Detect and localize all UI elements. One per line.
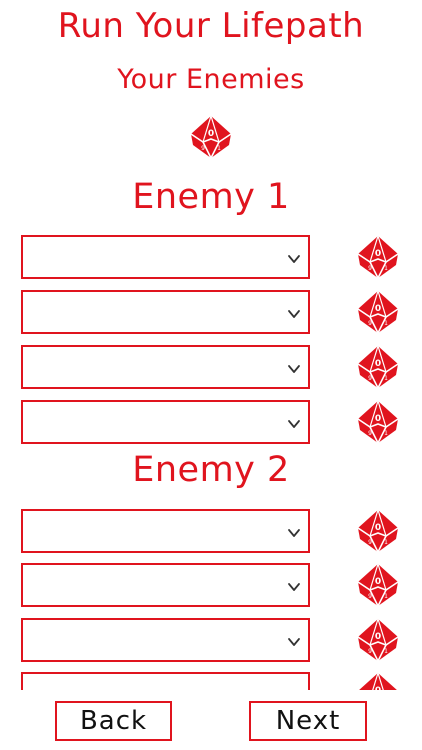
d10-die-icon[interactable] [356,618,400,662]
roll-all-d10-icon[interactable] [189,115,233,159]
d10-die-icon[interactable] [356,672,400,690]
enemy-1-field-1-select[interactable] [21,235,310,279]
enemy-1-field-2-select[interactable] [21,290,310,334]
enemy-2-field-1-select[interactable] [21,509,310,553]
d10-die-icon[interactable] [356,509,400,553]
app-title: Run Your Lifepath [57,6,365,46]
chevron-down-icon [286,361,302,377]
chevron-down-icon [286,634,302,650]
d10-die-icon[interactable] [356,563,400,607]
chevron-down-icon [286,525,302,541]
d10-die-icon[interactable] [356,235,400,279]
next-button[interactable]: Next [249,701,367,741]
d10-die-icon[interactable] [356,290,400,334]
chevron-down-icon [286,416,302,432]
d10-die-icon[interactable] [356,345,400,389]
enemy-2-heading: Enemy 2 [132,450,290,490]
enemy-2-field-3-select[interactable] [21,618,310,662]
chevron-down-icon [286,306,302,322]
enemy-1-field-3-select[interactable] [21,345,310,389]
chevron-down-icon [286,251,302,267]
d10-die-icon[interactable] [356,400,400,444]
back-button[interactable]: Back [55,701,172,741]
enemy-1-field-4-select[interactable] [21,400,310,444]
enemy-1-heading: Enemy 1 [132,177,290,217]
chevron-down-icon [286,688,302,690]
enemy-2-field-2-select[interactable] [21,563,310,607]
section-title: Your Enemies [117,64,305,95]
enemy-2-field-4-select[interactable] [21,672,310,690]
chevron-down-icon [286,579,302,595]
enemies-scroll-area[interactable]: Run Your Lifepath Your Enemies Enemy 1 E… [0,0,422,690]
